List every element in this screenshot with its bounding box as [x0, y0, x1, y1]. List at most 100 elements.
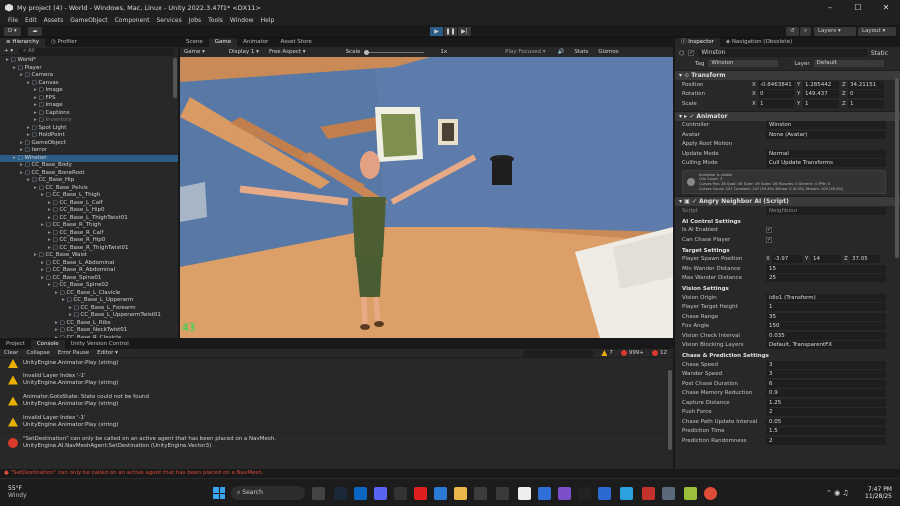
- clear-button[interactable]: Clear: [4, 350, 18, 356]
- tray-icons[interactable]: ⌃ ◉ ♫: [826, 489, 849, 497]
- property-checkbox[interactable]: ✓: [766, 227, 772, 234]
- tab-project[interactable]: Project: [0, 340, 31, 349]
- unity-taskbar-icon[interactable]: [518, 487, 531, 500]
- console-entry[interactable]: Animator.GotoState: State could not be f…: [0, 391, 673, 412]
- property-field[interactable]: 1.25: [766, 398, 886, 407]
- hierarchy-item[interactable]: ▸ ▢ Inventory: [0, 117, 178, 125]
- transform-rotation-z-field[interactable]: 0: [848, 90, 884, 99]
- property-field[interactable]: Default, TransparentFX: [766, 341, 886, 350]
- console-entry[interactable]: Invalid Layer Index '-1' UnityEngine.Anim…: [0, 370, 673, 391]
- transform-scale-z-field[interactable]: 1: [848, 99, 884, 108]
- controller-field[interactable]: Winston: [766, 121, 886, 130]
- console-entry[interactable]: "SetDestination" can only be called on a…: [0, 433, 673, 454]
- gizmos-button[interactable]: Gizmos: [598, 49, 618, 55]
- property-field[interactable]: 0.05: [766, 417, 886, 426]
- menu-item-file[interactable]: File: [8, 17, 18, 24]
- app-icon-5[interactable]: [620, 487, 633, 500]
- hierarchy-item[interactable]: ▸ ▢ CC_Base_Hip: [0, 177, 178, 185]
- layer-dropdown[interactable]: Default: [813, 60, 884, 67]
- tab-unity-version-control[interactable]: Unity Version Control: [65, 340, 135, 349]
- settings-icon[interactable]: [474, 487, 487, 500]
- property-vector-field[interactable]: 14: [811, 255, 841, 264]
- property-field[interactable]: 25: [766, 274, 886, 283]
- hierarchy-item[interactable]: ▸ ▢ GameObject: [0, 140, 178, 148]
- menu-item-edit[interactable]: Edit: [25, 17, 37, 24]
- inspector-scrollbar[interactable]: [895, 78, 899, 258]
- property-field[interactable]: 3: [766, 370, 886, 379]
- hierarchy-item[interactable]: ▸ ▢ CC_Base_L_Calf: [0, 200, 178, 208]
- windows-start-icon[interactable]: [213, 487, 225, 499]
- animator-header[interactable]: ▾ ▸ ✓ Animator: [675, 110, 900, 121]
- tab-profiler[interactable]: ◷ Profiler: [45, 38, 83, 47]
- error-count-toggle-2[interactable]: 12: [652, 350, 667, 356]
- youtube-icon[interactable]: [414, 487, 427, 500]
- app-icon-3[interactable]: [578, 487, 591, 500]
- display-dropdown[interactable]: Display 1 ▾: [229, 49, 259, 55]
- tab-inspector[interactable]: ⓘ Inspector: [675, 38, 720, 47]
- app-icon-2[interactable]: [538, 487, 551, 500]
- hierarchy-item[interactable]: ▸ ▢ CC_Base_L_UpperarmTwist01: [0, 312, 178, 320]
- menu-item-tools[interactable]: Tools: [208, 17, 223, 24]
- status-bar[interactable]: ● "SetDestination" can only be called on…: [0, 469, 900, 478]
- hierarchy-item[interactable]: ▸ ▢ CC_Base_R_Abdominal: [0, 267, 178, 275]
- property-field[interactable]: 6: [766, 379, 886, 388]
- clock[interactable]: 7:47 PM 11/28/25: [862, 486, 892, 500]
- hierarchy-item[interactable]: ▸ ▢ Winston: [0, 154, 178, 162]
- play-focus-dropdown[interactable]: Play Focused ▾: [505, 49, 545, 55]
- editor-dropdown[interactable]: Editor ▾: [97, 350, 118, 356]
- hierarchy-item[interactable]: ▸ ▢ CC_Base_Waist: [0, 252, 178, 260]
- collapse-button[interactable]: Collapse: [26, 350, 49, 356]
- transform-rotation-y-field[interactable]: 149.437: [803, 90, 839, 99]
- menu-item-gameobject[interactable]: GameObject: [70, 17, 107, 24]
- hierarchy-item[interactable]: ▸ ▢ CC_Base_BoneRoot: [0, 170, 178, 178]
- console-entry[interactable]: UnityEngine.Animator:Play (string): [0, 358, 673, 370]
- property-field[interactable]: 1.5: [766, 427, 886, 436]
- property-field[interactable]: idlo1 (Transform): [766, 293, 886, 302]
- tag-dropdown[interactable]: Winston: [708, 60, 779, 67]
- property-field[interactable]: 35: [766, 312, 886, 321]
- error-pause-button[interactable]: Error Pause: [58, 350, 89, 356]
- app-icon-4[interactable]: [598, 487, 611, 500]
- hierarchy-item[interactable]: ▸ ▢ CC_Base_L_Thigh: [0, 192, 178, 200]
- transform-scale-y-field[interactable]: 1: [803, 99, 839, 108]
- discord-icon[interactable]: [374, 487, 387, 500]
- hierarchy-item[interactable]: ▸ ▢ World*: [0, 57, 178, 65]
- property-field[interactable]: 2: [766, 408, 886, 417]
- task-view-icon[interactable]: [312, 487, 325, 500]
- tab-asset-store[interactable]: Asset Store: [274, 38, 317, 47]
- hierarchy-item[interactable]: ▸ ▢ Player: [0, 65, 178, 73]
- scale-slider[interactable]: [364, 49, 425, 55]
- property-field[interactable]: 15: [766, 264, 886, 273]
- visual-studio-icon[interactable]: [558, 487, 571, 500]
- app-icon-8[interactable]: [684, 487, 697, 500]
- minimize-icon[interactable]: –: [816, 0, 844, 15]
- hierarchy-item[interactable]: ▸ ▢ terror: [0, 147, 178, 155]
- hierarchy-item[interactable]: ▸ ▢ CC_Base_L_ThighTwist01: [0, 215, 178, 223]
- error-count-toggle[interactable]: 999+: [620, 350, 644, 356]
- hierarchy-item[interactable]: ▸ ▢ Captions: [0, 110, 178, 118]
- object-name-field[interactable]: Winston: [698, 49, 867, 57]
- hierarchy-item[interactable]: ▸ ▢ CC_Base_Spine01: [0, 275, 178, 283]
- hierarchy-item[interactable]: ▸ ▢ CC_Base_R_Clavicle: [0, 335, 178, 339]
- hierarchy-item[interactable]: ▸ ▢ HoldPoint: [0, 132, 178, 140]
- culling-mode-dropdown[interactable]: Cull Update Transforms: [766, 159, 886, 168]
- hierarchy-item[interactable]: ▸ ▢ CC_Base_R_ThighTwist01: [0, 245, 178, 253]
- close-icon[interactable]: ✕: [872, 0, 900, 15]
- search-icon[interactable]: ⌕: [800, 27, 812, 36]
- property-field[interactable]: 150: [766, 322, 886, 331]
- warning-count-toggle[interactable]: 7: [601, 350, 613, 356]
- property-field[interactable]: 0.9: [766, 389, 886, 398]
- transform-scale-x-field[interactable]: 1: [758, 99, 794, 108]
- transform-header[interactable]: ▾ ⊹ Transform: [675, 70, 900, 80]
- transform-rotation-x-field[interactable]: 0: [758, 90, 794, 99]
- menu-item-assets[interactable]: Assets: [44, 17, 64, 24]
- account-button[interactable]: D ▾: [4, 27, 21, 36]
- console-search-input[interactable]: [523, 349, 594, 357]
- mail-icon[interactable]: [434, 487, 447, 500]
- avatar-field[interactable]: None (Avatar): [766, 130, 886, 139]
- chrome-icon[interactable]: [704, 487, 717, 500]
- hierarchy-item[interactable]: ▸ ▢ CC_Base_R_Hip0: [0, 237, 178, 245]
- hierarchy-item[interactable]: ▸ ▢ CC_Base_Body: [0, 162, 178, 170]
- hierarchy-item[interactable]: ▸ ▢ Canvas: [0, 80, 178, 88]
- hierarchy-scrollbar[interactable]: [173, 58, 177, 98]
